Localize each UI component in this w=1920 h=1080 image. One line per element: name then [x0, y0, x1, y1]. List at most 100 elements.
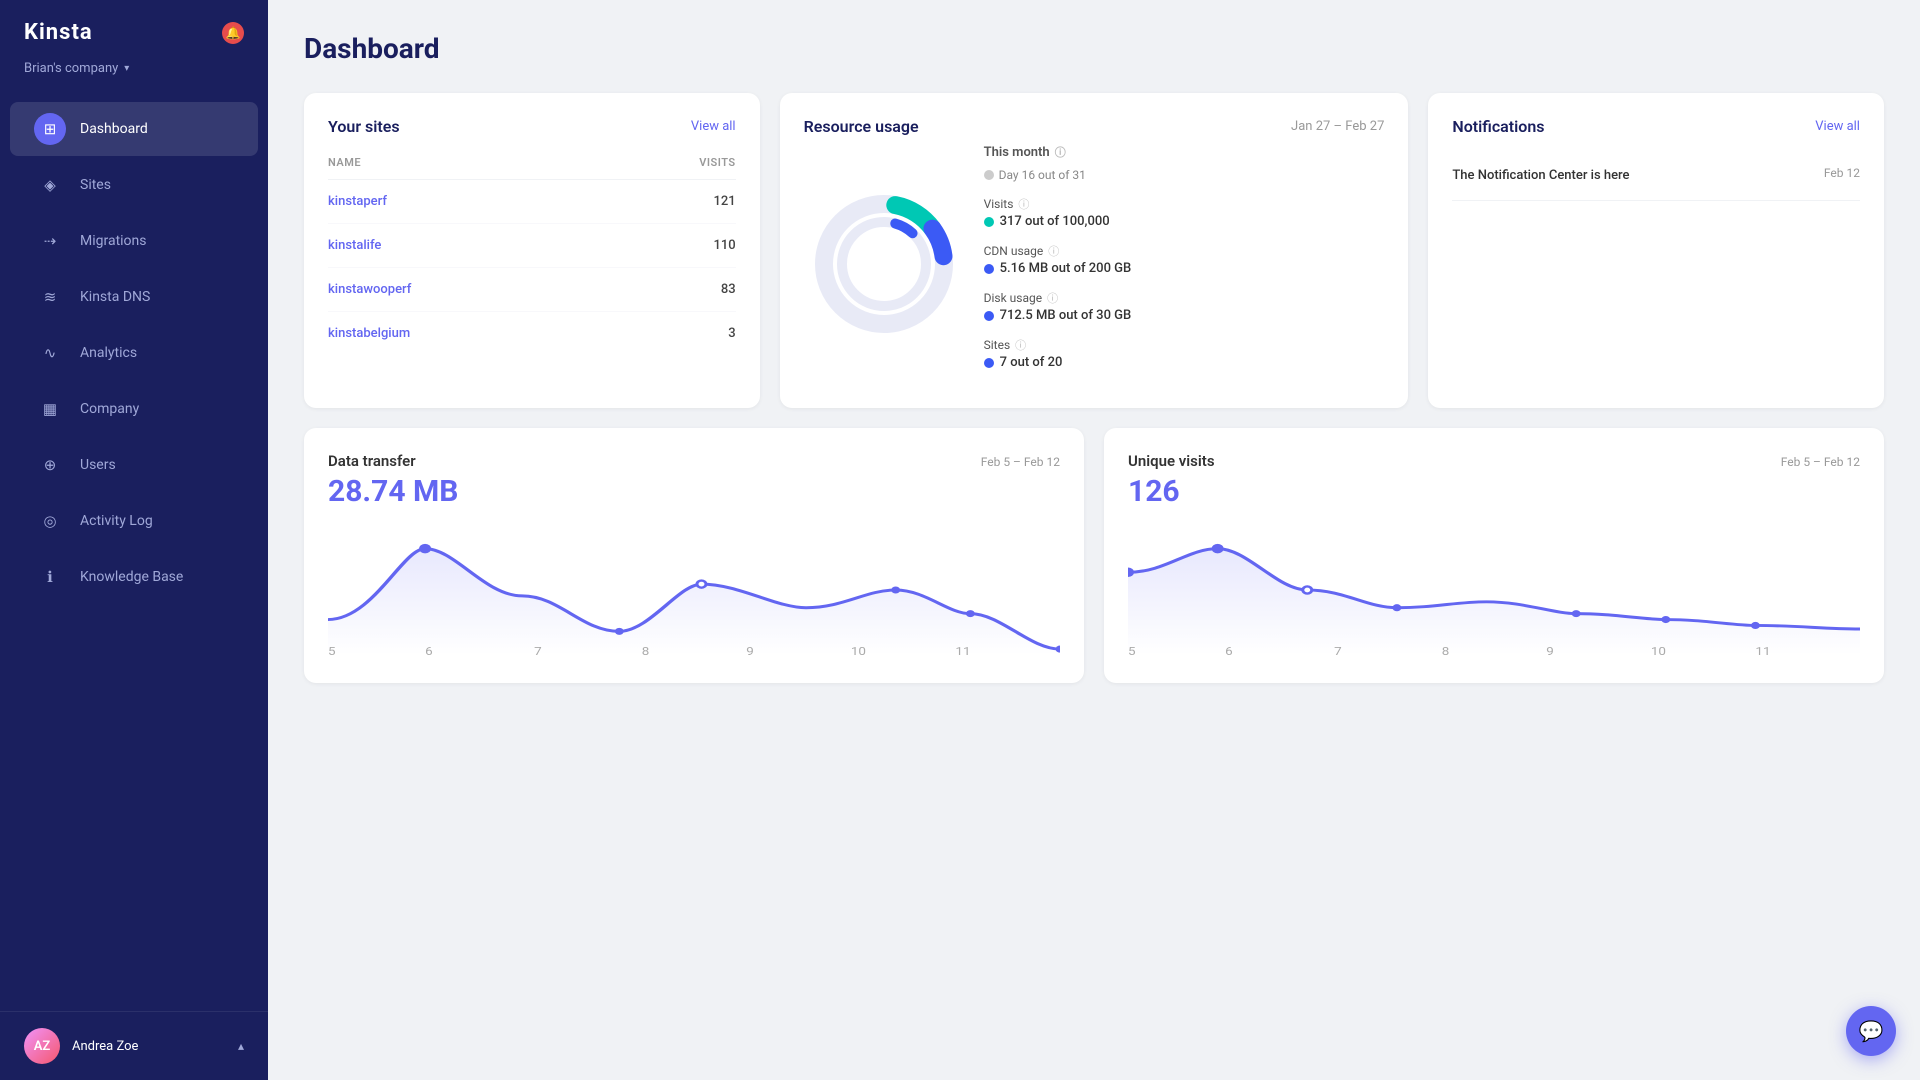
your-sites-view-all[interactable]: View all: [691, 119, 736, 134]
notif-text: The Notification Center is here: [1452, 166, 1629, 186]
site-name[interactable]: kinstaperf: [328, 194, 387, 209]
svg-text:8: 8: [1442, 645, 1450, 655]
site-visits: 110: [713, 238, 735, 253]
sidebar-item-migrations[interactable]: ⇢ Migrations: [10, 214, 258, 268]
sidebar-item-label: Company: [80, 401, 139, 417]
sidebar-item-company[interactable]: ▦ Company: [10, 382, 258, 436]
visits-dot: [984, 217, 994, 227]
this-month-stat: This month ⓘ Day 16 out of 31: [984, 144, 1385, 182]
sites-info-icon[interactable]: ⓘ: [1015, 337, 1026, 353]
unique-visits-chart: 5 6 7 8 9 10 11: [1128, 525, 1860, 655]
sidebar-item-kinsta-dns[interactable]: ≋ Kinsta DNS: [10, 270, 258, 324]
resource-body: This month ⓘ Day 16 out of 31 Visits ⓘ: [804, 136, 1385, 384]
sidebar-item-label: Sites: [80, 177, 111, 193]
sidebar-item-sites[interactable]: ◈ Sites: [10, 158, 258, 212]
col-name-label: NAME: [328, 156, 361, 169]
site-visits: 121: [713, 194, 735, 209]
dns-icon: ≋: [34, 281, 66, 313]
table-row: kinstawooperf 83: [328, 268, 736, 312]
sidebar-item-label: Dashboard: [80, 121, 148, 137]
resource-stats: This month ⓘ Day 16 out of 31 Visits ⓘ: [984, 144, 1385, 384]
disk-dot: [984, 311, 994, 321]
sites-table-body: kinstaperf 121 kinstalife 110 kinstawoop…: [328, 180, 736, 355]
site-name[interactable]: kinstawooperf: [328, 282, 411, 297]
svg-text:9: 9: [746, 645, 754, 655]
sites-value: 7 out of 20: [1000, 355, 1063, 370]
svg-text:7: 7: [534, 645, 542, 655]
svg-text:10: 10: [1651, 645, 1666, 655]
site-name[interactable]: kinstabelgium: [328, 326, 410, 341]
unique-visits-header: Unique visits Feb 5 – Feb 12: [1128, 452, 1860, 470]
svg-text:9: 9: [1546, 645, 1554, 655]
cdn-stat: CDN usage ⓘ 5.16 MB out of 200 GB: [984, 243, 1385, 276]
svg-text:6: 6: [425, 645, 433, 655]
sidebar-header: Kinsta 🔔: [0, 0, 268, 55]
visits-label: Visits: [984, 197, 1014, 211]
svg-text:5: 5: [1128, 645, 1136, 655]
users-icon: ⊕: [34, 449, 66, 481]
day-dot: [984, 170, 994, 180]
day-label: Day 16 out of 31: [999, 168, 1086, 182]
table-row: kinstalife 110: [328, 224, 736, 268]
svg-text:11: 11: [955, 645, 970, 655]
donut-svg: [804, 184, 964, 344]
bottom-cards-grid: Data transfer Feb 5 – Feb 12 28.74 MB: [304, 428, 1884, 683]
disk-stat: Disk usage ⓘ 712.5 MB out of 30 GB: [984, 290, 1385, 323]
sites-dot: [984, 358, 994, 368]
visits-info-icon[interactable]: ⓘ: [1018, 196, 1029, 212]
sidebar-item-label: Kinsta DNS: [80, 289, 150, 305]
unique-visits-date: Feb 5 – Feb 12: [1781, 455, 1860, 469]
resource-date-range: Jan 27 – Feb 27: [1291, 119, 1384, 134]
sidebar-item-dashboard[interactable]: ⊞ Dashboard: [10, 102, 258, 156]
your-sites-card: Your sites View all NAME VISITS kinstape…: [304, 93, 760, 408]
sidebar-item-analytics[interactable]: ∿ Analytics: [10, 326, 258, 380]
notification-item: The Notification Center is here Feb 12: [1452, 152, 1860, 201]
unique-visits-title: Unique visits: [1128, 452, 1215, 470]
cdn-info-icon[interactable]: ⓘ: [1048, 243, 1059, 259]
avatar: AZ: [24, 1028, 60, 1064]
svg-text:8: 8: [642, 645, 650, 655]
cdn-dot: [984, 264, 994, 274]
company-selector[interactable]: Brian's company ▾: [0, 55, 268, 92]
your-sites-title: Your sites: [328, 117, 400, 136]
sidebar-item-label: Users: [80, 457, 116, 473]
app-logo: Kinsta: [24, 20, 93, 45]
this-month-label: This month: [984, 145, 1050, 160]
data-transfer-header: Data transfer Feb 5 – Feb 12: [328, 452, 1060, 470]
notifications-title: Notifications: [1452, 117, 1544, 136]
resource-usage-card: Resource usage Jan 27 – Feb 27: [780, 93, 1409, 408]
notifications-bell-icon[interactable]: 🔔: [222, 22, 244, 44]
sites-icon: ◈: [34, 169, 66, 201]
data-transfer-value: 28.74 MB: [328, 474, 1060, 509]
data-transfer-date: Feb 5 – Feb 12: [981, 455, 1060, 469]
donut-chart: [804, 184, 964, 344]
site-visits: 83: [721, 282, 736, 297]
table-row: kinstaperf 121: [328, 180, 736, 224]
svg-text:7: 7: [1334, 645, 1342, 655]
notif-header: Notifications View all: [1452, 117, 1860, 136]
sidebar-nav: ⊞ Dashboard ◈ Sites ⇢ Migrations ≋ Kinst…: [0, 92, 268, 1011]
sites-label: Sites: [984, 338, 1011, 352]
disk-info-icon[interactable]: ⓘ: [1047, 290, 1058, 306]
sidebar-item-users[interactable]: ⊕ Users: [10, 438, 258, 492]
chat-button[interactable]: 💬: [1846, 1006, 1896, 1056]
resource-card-header: Resource usage Jan 27 – Feb 27: [804, 117, 1385, 136]
site-name[interactable]: kinstalife: [328, 238, 381, 253]
sidebar-item-label: Activity Log: [80, 513, 153, 529]
disk-label: Disk usage: [984, 291, 1042, 305]
svg-text:10: 10: [851, 645, 866, 655]
notifications-view-all[interactable]: View all: [1815, 119, 1860, 134]
col-visits-label: VISITS: [699, 156, 735, 169]
unique-visits-card: Unique visits Feb 5 – Feb 12 126: [1104, 428, 1884, 683]
card-header: Your sites View all: [328, 117, 736, 136]
company-icon: ▦: [34, 393, 66, 425]
site-visits: 3: [728, 326, 735, 341]
cdn-value: 5.16 MB out of 200 GB: [1000, 261, 1132, 276]
sidebar-footer: AZ Andrea Zoe ▴: [0, 1011, 268, 1080]
svg-text:11: 11: [1755, 645, 1770, 655]
sidebar-item-label: Migrations: [80, 233, 147, 249]
sidebar-item-knowledge-base[interactable]: ℹ Knowledge Base: [10, 550, 258, 604]
info-icon[interactable]: ⓘ: [1055, 144, 1066, 160]
sidebar-item-label: Analytics: [80, 345, 137, 361]
sidebar-item-activity-log[interactable]: ◎ Activity Log: [10, 494, 258, 548]
